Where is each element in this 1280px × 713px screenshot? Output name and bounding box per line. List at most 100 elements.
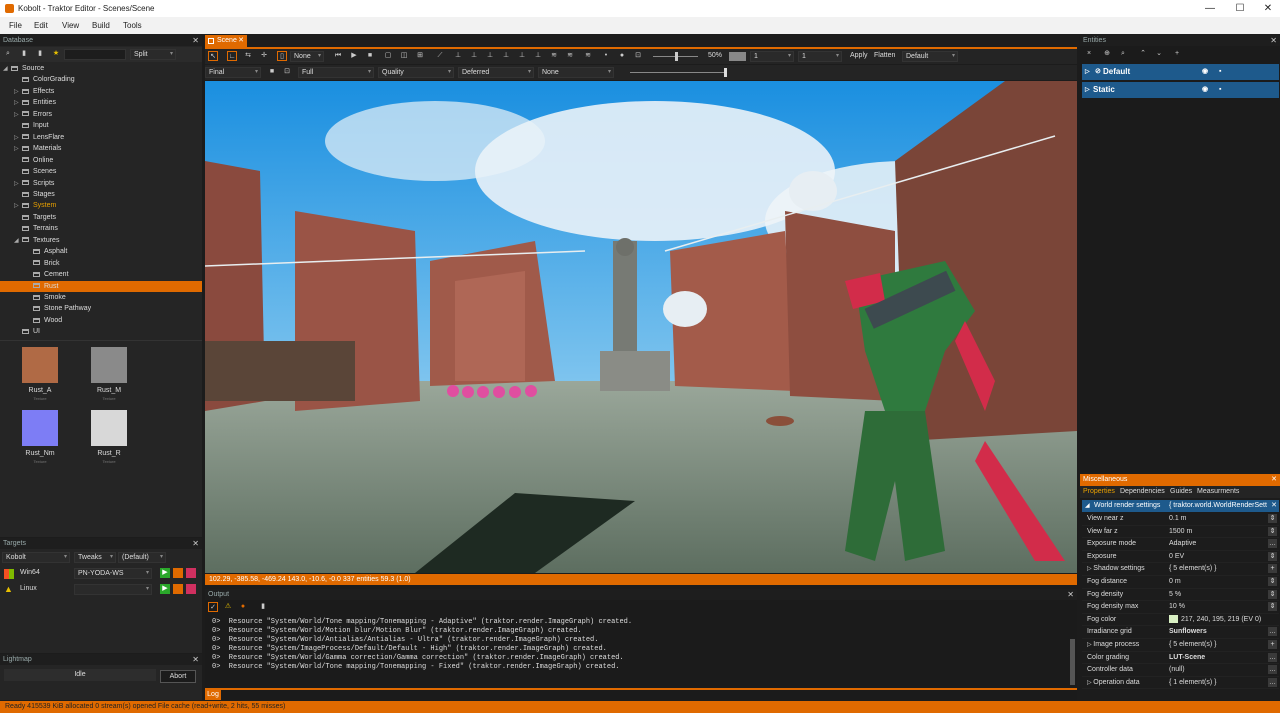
tree-item[interactable]: ▷ Errors	[0, 109, 202, 120]
move-down-icon[interactable]: ⌄	[1154, 49, 1164, 59]
tab-scene[interactable]: Scene ✕	[205, 35, 247, 47]
tree-item[interactable]: Stone Pathway	[0, 303, 202, 314]
menu-view[interactable]: View	[62, 21, 79, 30]
property-row[interactable]: Fog density max 10 % ⇕	[1082, 601, 1279, 614]
play-icon[interactable]: ▶	[160, 584, 170, 594]
property-edit-button[interactable]: …	[1268, 652, 1277, 662]
world-render-settings-row[interactable]: ◢ World render settings { traktor.world.…	[1082, 500, 1279, 512]
property-row[interactable]: Exposure mode Adaptive…	[1082, 538, 1279, 551]
property-row[interactable]: Fog distance 0 m ⇕	[1082, 576, 1279, 589]
default-dropdown[interactable]: (Default)	[118, 552, 166, 563]
property-edit-button[interactable]: ⇕	[1268, 514, 1277, 523]
property-row[interactable]: Exposure 0 EV ⇕	[1082, 551, 1279, 564]
property-edit-button[interactable]: …	[1268, 665, 1277, 675]
single-view-icon[interactable]: ▢	[383, 51, 393, 61]
rotate-tool-icon[interactable]: ⇆	[243, 51, 253, 61]
frame-icon[interactable]: ⊡	[633, 51, 643, 61]
visible-icon[interactable]: ◉	[1202, 64, 1208, 80]
tree-item[interactable]: Targets	[0, 212, 202, 223]
tab-guides[interactable]: Guides	[1170, 488, 1192, 495]
tree-item[interactable]: ▷ System	[0, 200, 202, 211]
property-row[interactable]: Fog color 217, 240, 195, 219 (EV 0)	[1082, 614, 1279, 627]
snap-tool-icon[interactable]: ∟	[227, 51, 237, 61]
tab-log[interactable]: Log	[205, 689, 221, 700]
value-1-dropdown[interactable]: 1	[750, 51, 794, 62]
property-edit-button[interactable]: +	[1268, 640, 1277, 649]
tree-item[interactable]: Cement	[0, 269, 202, 280]
search-icon[interactable]: ⌕	[3, 49, 13, 59]
move-up-icon[interactable]: ⌃	[1138, 49, 1148, 59]
select-tool-icon[interactable]: ↖	[208, 51, 218, 61]
dot-large-icon[interactable]: ●	[617, 51, 627, 61]
menu-file[interactable]: File	[9, 21, 22, 30]
tree-item[interactable]: Online	[0, 155, 202, 166]
tree-item[interactable]: Rust	[0, 280, 202, 292]
expand-icon[interactable]: ▷	[1085, 82, 1090, 98]
tree-item[interactable]: Scenes	[0, 166, 202, 177]
play-icon[interactable]: ▶	[160, 568, 170, 578]
abort-button[interactable]: Abort	[160, 670, 196, 683]
lock-icon[interactable]: ▯	[277, 51, 287, 61]
final-dropdown[interactable]: Final	[205, 67, 261, 78]
expand-icon[interactable]: ▷	[14, 144, 22, 155]
property-edit-button[interactable]: …	[1268, 539, 1277, 549]
expand-icon[interactable]: ▷	[14, 201, 22, 212]
color-swatch[interactable]	[729, 52, 746, 61]
star-icon[interactable]: ★	[51, 49, 61, 59]
property-edit-button[interactable]: …	[1268, 627, 1277, 637]
property-edit-button[interactable]: ⇕	[1268, 589, 1277, 599]
property-edit-button[interactable]: …	[1268, 677, 1277, 687]
build-icon[interactable]	[173, 568, 183, 578]
tree-item[interactable]: ▷ Entities	[0, 97, 202, 108]
tree-item[interactable]: ▷ Materials	[0, 143, 202, 154]
tree-item[interactable]: ◢ Textures	[0, 235, 202, 246]
property-row[interactable]: View far z 1500 m ⇕	[1082, 526, 1279, 539]
menu-tools[interactable]: Tools	[123, 21, 142, 30]
tree-item[interactable]: ◢ Source	[0, 63, 202, 74]
value-2-dropdown[interactable]: 1	[798, 51, 842, 62]
tab-properties[interactable]: Properties	[1083, 488, 1115, 495]
tree-item[interactable]: ▷ Effects	[0, 86, 202, 97]
scene-viewport[interactable]	[205, 81, 1077, 573]
target-icon[interactable]: ⊕	[1102, 49, 1112, 59]
texture-thumbnail[interactable]	[91, 410, 127, 446]
move-tool-icon[interactable]: ✛	[259, 51, 269, 61]
expand-icon[interactable]: ▷	[14, 87, 22, 98]
quad-view-icon[interactable]: ⊞	[415, 51, 425, 61]
tree-item[interactable]: ColorGrading	[0, 74, 202, 85]
tree-item[interactable]: Stages	[0, 189, 202, 200]
expand-icon[interactable]: ▷	[14, 179, 22, 190]
align-4-icon[interactable]: ⊥	[501, 51, 511, 61]
tree-item[interactable]: ▷ LensFlare	[0, 132, 202, 143]
default-dropdown[interactable]: Default	[902, 51, 958, 62]
quality-dropdown[interactable]: Quality	[378, 67, 454, 78]
wave-1-icon[interactable]: ≋	[549, 51, 559, 61]
measure-icon[interactable]: ⟋	[435, 51, 445, 61]
add-icon[interactable]: +	[1172, 49, 1182, 59]
close-icon[interactable]: ✕	[1067, 589, 1074, 600]
close-icon[interactable]: ✕	[1270, 35, 1277, 46]
visible-icon[interactable]: ◉	[1202, 82, 1208, 98]
entity-row-static[interactable]: ▷ Static ◉ ▪	[1082, 82, 1279, 98]
align-6-icon[interactable]: ⊥	[533, 51, 543, 61]
expand-icon[interactable]: ▷	[14, 110, 22, 121]
property-row[interactable]: Color grading LUT-Scene…	[1082, 652, 1279, 665]
expand-icon[interactable]: ▷	[1085, 64, 1090, 80]
tree-item[interactable]: UI	[0, 326, 202, 337]
property-row[interactable]: ▷ Shadow settings { 5 element(s) } +	[1082, 563, 1279, 576]
collapse-icon[interactable]: ×	[1084, 49, 1094, 59]
deferred-dropdown[interactable]: Deferred	[458, 67, 534, 78]
target-host-dropdown[interactable]	[74, 584, 152, 595]
collapse-icon[interactable]: ◢	[14, 236, 22, 247]
deploy-icon[interactable]	[186, 584, 196, 594]
property-row[interactable]: ▷ Operation data{ 1 element(s) }…	[1082, 677, 1279, 690]
entity-row-default[interactable]: ▷ ⊘ Default ◉ ▪	[1082, 64, 1279, 80]
remove-icon[interactable]: ✕	[1271, 500, 1277, 512]
lock-icon[interactable]: ▪	[1219, 82, 1221, 98]
expand-icon[interactable]: ▷	[14, 133, 22, 144]
property-edit-button[interactable]: ⇕	[1268, 526, 1277, 536]
tree-item[interactable]: Wood	[0, 315, 202, 326]
apply-button[interactable]: Apply	[850, 52, 868, 59]
target-host-dropdown[interactable]: PN-YODA-WS	[74, 568, 152, 579]
maximize-button[interactable]: ☐	[1226, 0, 1254, 17]
